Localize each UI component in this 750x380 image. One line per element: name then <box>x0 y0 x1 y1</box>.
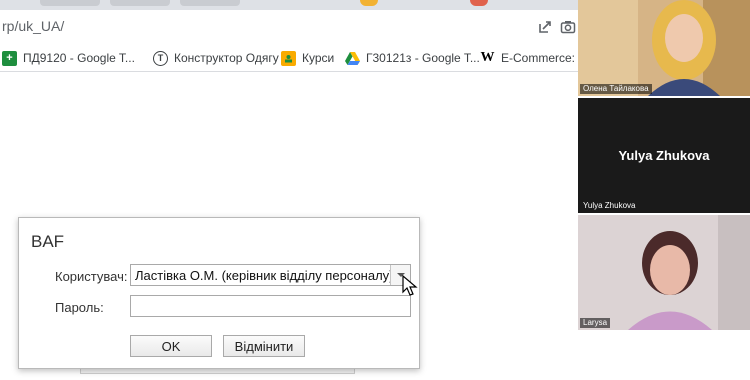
password-field[interactable] <box>130 295 411 317</box>
user-select[interactable]: Ластівка О.М. (керівник відділу персонал… <box>130 264 411 286</box>
participant-name: Yulya Zhukova <box>583 201 636 210</box>
browser-tab-strip[interactable] <box>0 0 578 10</box>
bookmark-pd9120[interactable]: + ПД9120 - Google T... <box>2 49 135 67</box>
bookmark-ecommerce[interactable]: W E-Commerce: щ <box>480 49 589 67</box>
share-icon[interactable] <box>537 19 553 35</box>
bookmark-label: E-Commerce: щ <box>501 51 589 65</box>
w-icon: W <box>480 50 495 65</box>
participant-video <box>578 215 750 330</box>
bookmark-label: ПД9120 - Google T... <box>23 51 135 65</box>
browser-tab[interactable] <box>180 0 240 6</box>
participant-display-name: Yulya Zhukova <box>618 148 710 163</box>
bookmark-g30121z[interactable]: Г30121з - Google T... <box>345 49 480 67</box>
participant-tile-yulya[interactable]: Yulya Zhukova Yulya Zhukova <box>578 98 750 213</box>
participant-tile-olena[interactable]: Олена Тайлакова <box>578 0 750 96</box>
user-select-value: Ластівка О.М. (керівник відділу персонал… <box>135 268 394 283</box>
browser-tab-favicon[interactable] <box>360 0 378 6</box>
mouse-cursor-icon <box>402 275 418 296</box>
bookmark-konstruktor[interactable]: T Конструктор Одягу <box>153 49 279 67</box>
plus-square-icon: + <box>2 50 17 66</box>
dialog-title: BAF <box>31 232 65 251</box>
circle-t-icon: T <box>153 50 168 66</box>
participant-name: Larysa <box>580 318 611 328</box>
classroom-icon <box>281 50 296 66</box>
bookmark-kursy[interactable]: Курси <box>281 49 334 67</box>
bookmark-label: Г30121з - Google T... <box>366 51 480 65</box>
user-label: Користувач: <box>55 269 128 284</box>
browser-tab-favicon[interactable] <box>470 0 488 6</box>
browser-tab[interactable] <box>110 0 170 6</box>
address-bar[interactable]: rp/uk_UA/ <box>0 10 578 43</box>
participant-video <box>578 0 750 96</box>
bookmark-label: Курси <box>302 51 335 65</box>
drive-icon <box>345 51 360 66</box>
url-text[interactable]: rp/uk_UA/ <box>2 18 64 34</box>
bookmarks-bar: + ПД9120 - Google T... T Конструктор Одя… <box>0 43 588 72</box>
bookmark-label: Конструктор Одягу <box>174 51 279 65</box>
password-label: Пароль: <box>55 300 104 315</box>
video-panel: Олена Тайлакова Yulya Zhukova Yulya Zhuk… <box>578 0 750 380</box>
browser-tab[interactable] <box>40 0 100 6</box>
cancel-button[interactable]: Відмінити <box>223 335 305 357</box>
login-dialog: BAF Користувач: Ластівка О.М. (керівник … <box>18 217 420 369</box>
participant-tile-larysa[interactable]: Larysa <box>578 215 750 330</box>
camera-icon[interactable] <box>560 19 576 35</box>
ok-button[interactable]: OK <box>130 335 212 357</box>
participant-name: Олена Тайлакова <box>580 84 652 94</box>
